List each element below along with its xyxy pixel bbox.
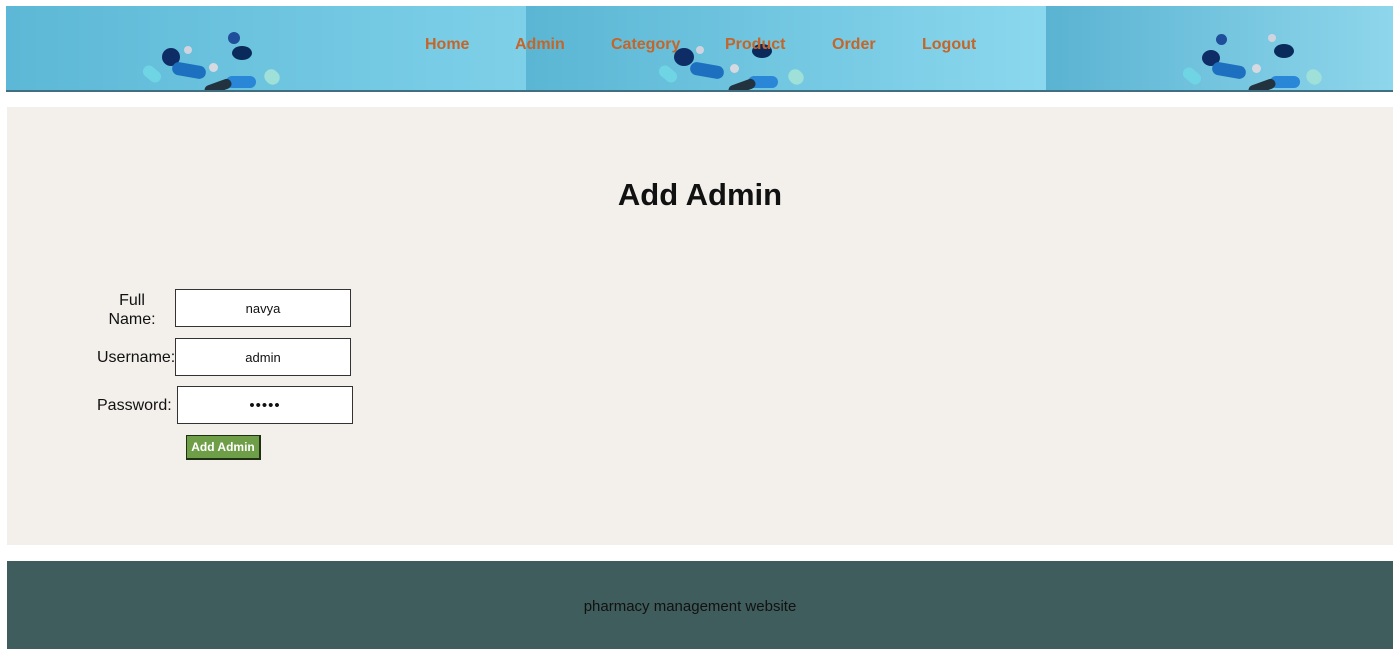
nav-logout-link[interactable]: Logout [922,36,976,54]
nav-order-link[interactable]: Order [832,36,876,54]
nav-home-link[interactable]: Home [425,36,469,54]
username-label: Username: [97,349,176,366]
add-admin-form: Full Name: Username: Password: Add Admin [7,107,1393,545]
username-input[interactable] [175,338,351,376]
password-label: Password: [97,397,172,414]
footer: pharmacy management website [7,561,1393,649]
password-input[interactable] [177,386,353,424]
footer-text: pharmacy management website [583,598,797,615]
main-nav: Home Admin Category Product Order Logout [6,36,1393,58]
main-panel: Add Admin Full Name: Username: Password:… [7,107,1393,545]
full-name-input[interactable] [175,289,351,327]
nav-admin-link[interactable]: Admin [515,36,565,54]
header-banner: Home Admin Category Product Order Logout [6,6,1393,92]
full-name-label: Full Name: [108,292,156,328]
nav-category-link[interactable]: Category [611,36,680,54]
nav-product-link[interactable]: Product [725,36,785,54]
add-admin-button[interactable]: Add Admin [186,435,261,460]
page: Home Admin Category Product Order Logout… [0,0,1395,649]
